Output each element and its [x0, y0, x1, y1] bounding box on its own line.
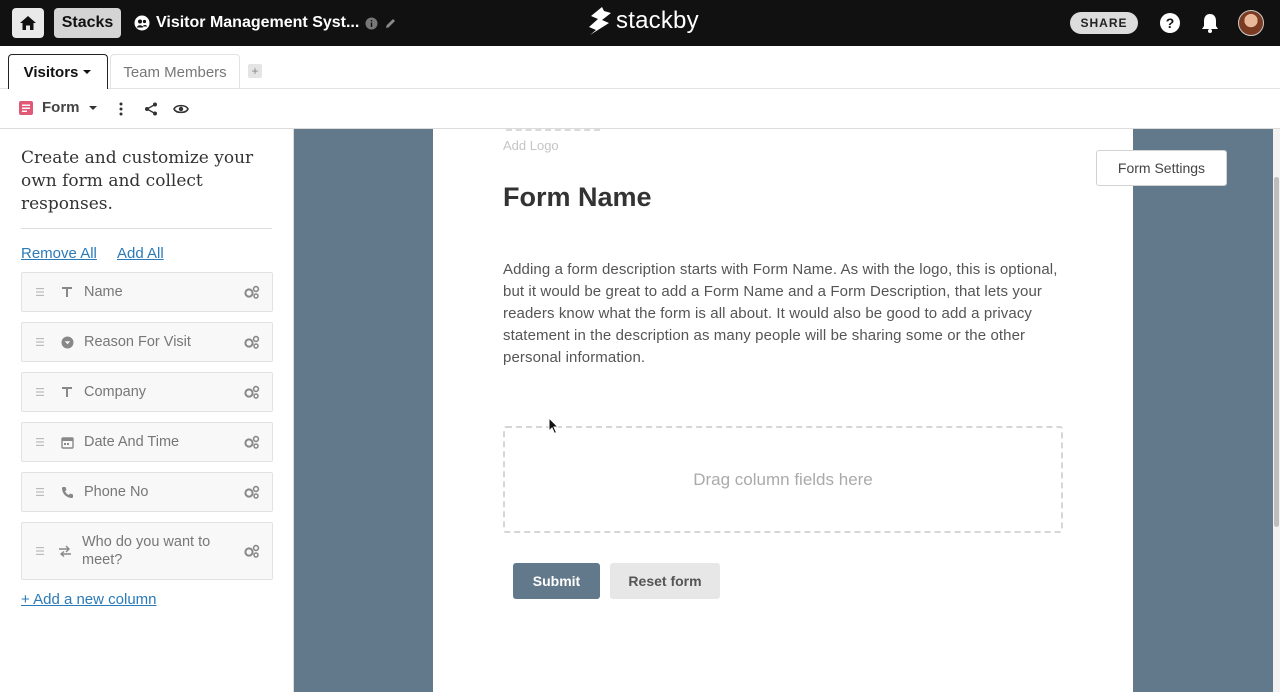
- view-name: Form: [42, 99, 80, 116]
- tab-visitors[interactable]: Visitors: [8, 54, 108, 89]
- field-item-phone-no[interactable]: Phone No: [21, 472, 273, 512]
- field-item-who-to-meet[interactable]: Who do you want to meet?: [21, 522, 273, 580]
- table-tabs-bar: Visitors Team Members +: [0, 46, 1280, 89]
- brand-name: stackby: [616, 7, 699, 34]
- field-label: Phone No: [84, 484, 149, 500]
- stacks-button[interactable]: Stacks: [54, 8, 121, 38]
- form-fields-panel: Create and customize your own form and c…: [0, 129, 294, 692]
- stack-title[interactable]: Visitor Management Syst...: [156, 14, 359, 32]
- remove-all-link[interactable]: Remove All: [21, 245, 97, 262]
- field-item-reason-for-visit[interactable]: Reason For Visit: [21, 322, 273, 362]
- field-settings-icon[interactable]: [244, 385, 260, 399]
- drag-handle-icon[interactable]: [36, 438, 44, 446]
- add-table-button[interactable]: +: [248, 64, 262, 78]
- logo-upload-placeholder[interactable]: [506, 129, 600, 131]
- field-item-company[interactable]: Company: [21, 372, 273, 412]
- field-label: Name: [84, 284, 123, 300]
- help-icon[interactable]: ?: [1160, 13, 1180, 33]
- form-description[interactable]: Adding a form description starts with Fo…: [503, 259, 1063, 369]
- field-settings-icon[interactable]: [244, 335, 260, 349]
- field-label: Company: [84, 384, 147, 400]
- top-bar: Stacks Visitor Management Syst... stackb…: [0, 0, 1280, 46]
- field-label: Date And Time: [84, 434, 180, 450]
- preview-eye-icon[interactable]: [172, 100, 190, 118]
- share-button[interactable]: SHARE: [1070, 12, 1138, 34]
- brand-logo[interactable]: stackby: [588, 6, 699, 36]
- view-switcher[interactable]: Form: [18, 99, 98, 116]
- user-avatar[interactable]: [1238, 10, 1264, 36]
- phone-icon: [59, 484, 75, 500]
- text-type-icon: [59, 284, 75, 300]
- stackby-logo-icon: [589, 7, 611, 35]
- drag-handle-icon[interactable]: [36, 488, 44, 496]
- stack-title-group: Visitor Management Syst...: [134, 8, 397, 38]
- tab-label: Team Members: [123, 63, 227, 81]
- more-options-icon[interactable]: [112, 100, 130, 118]
- info-icon[interactable]: [365, 17, 378, 30]
- share-view-icon[interactable]: [142, 100, 160, 118]
- drag-handle-icon[interactable]: [36, 388, 44, 396]
- notification-bell-icon[interactable]: [1200, 12, 1220, 39]
- submit-button[interactable]: Submit: [513, 563, 600, 599]
- form-name-heading[interactable]: Form Name: [503, 182, 652, 213]
- field-drop-zone[interactable]: Drag column fields here: [503, 426, 1063, 533]
- add-all-link[interactable]: Add All: [117, 245, 164, 262]
- form-view-icon: [19, 100, 33, 115]
- field-label: Reason For Visit: [84, 334, 191, 350]
- field-settings-icon[interactable]: [244, 285, 260, 299]
- field-settings-icon[interactable]: [244, 544, 260, 558]
- link-arrows-icon: [57, 543, 73, 559]
- field-item-date-and-time[interactable]: Date And Time: [21, 422, 273, 462]
- form-card: [433, 129, 1133, 692]
- main-scrollbar[interactable]: [1273, 129, 1280, 692]
- reset-form-button[interactable]: Reset form: [610, 563, 720, 599]
- view-toolbar: Form: [0, 89, 1280, 129]
- field-label: Who do you want to meet?: [82, 534, 211, 568]
- edit-pencil-icon[interactable]: [384, 17, 397, 30]
- home-button[interactable]: [12, 8, 44, 38]
- field-settings-icon[interactable]: [244, 435, 260, 449]
- field-item-name[interactable]: Name: [21, 272, 273, 312]
- text-type-icon: [59, 384, 75, 400]
- form-settings-button[interactable]: Form Settings: [1096, 150, 1227, 186]
- add-new-column-link[interactable]: + Add a new column: [21, 591, 157, 608]
- drag-handle-icon[interactable]: [36, 338, 44, 346]
- tab-label: Visitors: [23, 63, 79, 81]
- single-select-icon: [59, 334, 75, 350]
- add-logo-label[interactable]: Add Logo: [503, 138, 559, 153]
- caret-down-icon: [83, 70, 92, 74]
- calendar-icon: [59, 434, 75, 450]
- panel-intro-text: Create and customize your own form and c…: [21, 148, 254, 214]
- scrollbar-thumb[interactable]: [1274, 177, 1279, 527]
- panel-divider: [21, 228, 272, 229]
- field-settings-icon[interactable]: [244, 485, 260, 499]
- caret-down-icon: [88, 105, 97, 110]
- drag-handle-icon[interactable]: [36, 288, 44, 296]
- tab-team-members[interactable]: Team Members: [110, 54, 240, 89]
- home-icon: [20, 16, 36, 30]
- shared-users-icon: [134, 15, 150, 31]
- drag-handle-icon[interactable]: [36, 547, 44, 555]
- mouse-cursor-icon: [548, 417, 560, 435]
